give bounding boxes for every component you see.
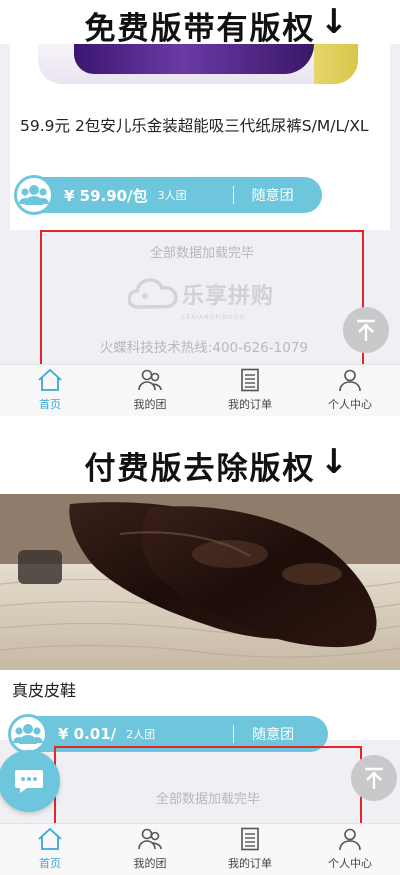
tab-my-orders-label: 我的订单 (228, 857, 272, 870)
all-loaded-text: 全部数据加载完毕 (149, 246, 254, 261)
tab-my-group[interactable]: 我的团 (100, 824, 200, 875)
bottom-tab-bar: 首页 我的团 我的订单 个人中心 (0, 823, 400, 875)
arrow-up-to-top-icon (365, 767, 383, 789)
bar-divider (232, 186, 234, 204)
tab-profile-label: 个人中心 (328, 857, 372, 870)
paid-version-heading: 付费版去除版权 ↓ (0, 440, 400, 490)
tab-my-group-label: 我的团 (133, 398, 167, 411)
paid-version-title: 付费版去除版权 (84, 450, 316, 487)
join-any-group-button[interactable]: 随意团 (252, 185, 294, 205)
free-version-screenshot: 59.9元 2包安儿乐金装超能吸三代纸尿裤S/M/L/XL ¥ 59.90/包 … (0, 44, 400, 416)
tab-my-orders[interactable]: 我的订单 (200, 365, 300, 416)
home-icon (37, 367, 63, 393)
join-any-group-button[interactable]: 随意团 (252, 724, 294, 744)
chat-bubble-icon (15, 770, 43, 793)
brand-logo-text: 乐享拼购 (182, 284, 275, 309)
tab-my-group[interactable]: 我的团 (100, 365, 200, 416)
product-card[interactable]: 59.9元 2包安儿乐金装超能吸三代纸尿裤S/M/L/XL ¥ 59.90/包 … (10, 44, 390, 230)
tab-profile[interactable]: 个人中心 (300, 824, 400, 875)
tab-profile[interactable]: 个人中心 (300, 365, 400, 416)
down-arrow-icon: ↓ (319, 442, 349, 482)
group-icon (137, 826, 163, 852)
tab-home-label: 首页 (39, 857, 61, 870)
brand-logo-subtext: LEXIANGPINGOU (182, 314, 245, 321)
product-image[interactable] (38, 44, 358, 84)
down-arrow-icon: ↓ (319, 2, 349, 42)
order-list-icon (239, 826, 261, 852)
tab-my-orders[interactable]: 我的订单 (200, 824, 300, 875)
order-list-icon (239, 367, 261, 393)
group-price: ¥ 0.01/ (58, 725, 117, 743)
group-size-label: 3人团 (157, 189, 187, 202)
tab-profile-label: 个人中心 (328, 398, 372, 411)
back-to-top-button[interactable] (343, 307, 389, 353)
cloud-logo-icon (128, 278, 178, 309)
tab-home[interactable]: 首页 (0, 824, 100, 875)
home-icon (37, 826, 63, 852)
tab-home[interactable]: 首页 (0, 365, 100, 416)
group-avatar-icon (8, 714, 48, 754)
support-hotline: 火蝶科技技术热线:400-626-1079 (99, 340, 308, 356)
profile-icon (338, 367, 362, 393)
tab-my-group-label: 我的团 (133, 857, 167, 870)
group-size-label: 2人团 (126, 728, 156, 741)
all-loaded-text: 全部数据加载完毕 (155, 792, 260, 807)
profile-icon (338, 826, 362, 852)
back-to-top-button[interactable] (351, 755, 397, 801)
bar-divider (233, 725, 235, 743)
group-avatar-icon (14, 175, 54, 215)
paid-version-screenshot: 真皮皮鞋 ¥ 0.01/ 2人团 随意团 全部数据加载完毕 首页 我的团 我的订… (0, 494, 400, 875)
group-buy-bar[interactable]: ¥ 59.90/包 3人团 随意团 (14, 175, 322, 215)
brand-logo: 乐享拼购 (128, 272, 288, 316)
product-title[interactable]: 59.9元 2包安儿乐金装超能吸三代纸尿裤S/M/L/XL (20, 116, 370, 137)
arrow-up-to-top-icon (357, 319, 375, 341)
free-version-title: 免费版带有版权 (84, 10, 316, 47)
group-price: ¥ 59.90/包 (64, 186, 148, 205)
customer-service-button[interactable] (0, 750, 60, 812)
product-title[interactable]: 真皮皮鞋 (12, 680, 76, 701)
bottom-tab-bar: 首页 我的团 我的订单 个人中心 (0, 364, 400, 416)
free-version-heading: 免费版带有版权 ↓ (0, 0, 400, 50)
group-icon (137, 367, 163, 393)
tab-home-label: 首页 (39, 398, 61, 411)
copyright-highlight-box: 全部数据加载完毕 乐享拼购 LEXIANGPINGOU 火蝶科技技术热线:400… (40, 230, 364, 371)
copyright-removed-highlight-box: 全部数据加载完毕 (54, 746, 362, 830)
product-image[interactable] (0, 494, 400, 670)
comparison-page: 免费版带有版权 ↓ 59.9元 2包安儿乐金装超能吸三代纸尿裤S/M/L/XL (0, 0, 400, 875)
tab-my-orders-label: 我的订单 (228, 398, 272, 411)
